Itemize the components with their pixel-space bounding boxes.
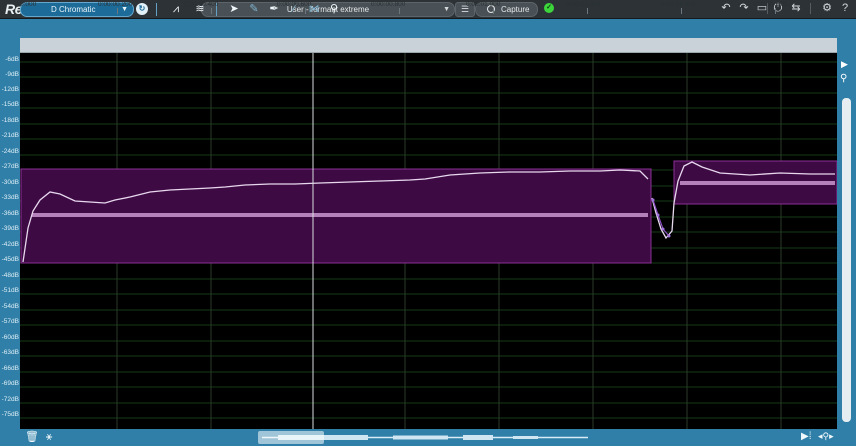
level-label: -33dB	[1, 194, 19, 201]
undo-icon[interactable]: ↶	[719, 1, 733, 15]
level-label: -30dB	[1, 179, 19, 186]
level-label: -21dB	[1, 132, 19, 139]
settings-icon[interactable]: ⚙	[820, 1, 834, 15]
pitch-anchor	[661, 227, 665, 231]
overview-viewport[interactable]	[258, 431, 324, 444]
level-label: -15dB	[1, 101, 19, 108]
ruler-label: 0:00:00.200	[98, 1, 133, 8]
ruler-tick	[117, 8, 118, 14]
chevron-down-icon: ▼	[443, 6, 450, 13]
level-label: -75dB	[1, 411, 19, 418]
ruler-label: 0:000	[20, 1, 37, 8]
level-label: -51dB	[1, 287, 19, 294]
level-label: -6dB	[5, 56, 19, 63]
scale-label: D Chromatic	[51, 5, 96, 14]
level-label: -57dB	[1, 318, 19, 325]
ruler-label: 0:00:01.200	[566, 1, 601, 8]
ruler-tick	[305, 8, 306, 14]
level-label: -24dB	[1, 148, 19, 155]
pitch-transition	[652, 199, 670, 237]
level-label: -9dB	[5, 71, 19, 78]
time-ruler[interactable]	[20, 38, 837, 53]
vertical-zoom-icon[interactable]: ⚲	[840, 73, 847, 84]
trash-icon[interactable]: 🗑	[25, 431, 39, 444]
pitch-editor-svg	[20, 53, 838, 429]
pitch-anchor	[667, 234, 671, 238]
ruler-tick	[587, 8, 588, 14]
zoom-icon[interactable]: ◂⚲▸	[818, 431, 834, 442]
level-label: -54dB	[1, 303, 19, 310]
ruler-label: 0:00:01.000	[466, 1, 501, 8]
scale-reset-icon[interactable]: ↻	[136, 3, 148, 15]
pitch-editor-canvas[interactable]	[20, 53, 838, 429]
split-icon[interactable]: ⚹	[43, 431, 55, 444]
bypass-icon[interactable]: ⇆	[789, 1, 803, 15]
ruler-tick	[399, 8, 400, 14]
ruler-label: 0:00:00.400	[184, 1, 219, 8]
level-label: -27dB	[1, 163, 19, 170]
waveform-view-icon[interactable]: ⩘	[168, 2, 184, 17]
help-icon[interactable]: ?	[838, 1, 852, 15]
level-label: -63dB	[1, 349, 19, 356]
ruler-label: 0:00:00.800	[371, 1, 406, 8]
level-label: -12dB	[1, 86, 19, 93]
level-label: -66dB	[1, 365, 19, 372]
level-label: -39dB	[1, 225, 19, 232]
vertical-play-icon[interactable]: ▶	[841, 59, 848, 70]
ruler-label: 0:00:00.600	[277, 1, 312, 8]
vertical-scrollbar[interactable]	[842, 98, 851, 422]
level-label: -60dB	[1, 334, 19, 341]
level-label: -36dB	[1, 210, 19, 217]
level-label: -45dB	[1, 256, 19, 263]
titlebar-divider	[810, 3, 811, 14]
pitch-anchor	[656, 213, 660, 217]
pointer-tool-icon[interactable]: ➤	[226, 2, 242, 17]
redo-icon[interactable]: ↷	[737, 1, 751, 15]
play-zoom-icon[interactable]: ▶⁞	[801, 431, 811, 442]
ruler-tick	[493, 8, 494, 14]
pitch-anchor	[651, 198, 655, 202]
ruler-label: 0:00:01.400	[661, 1, 696, 8]
level-label: -72dB	[1, 396, 19, 403]
ruler-label: 0:00:01.600	[753, 1, 788, 8]
pencil-tool-icon[interactable]: ✎	[246, 2, 262, 17]
zoom-tool-icon[interactable]: ⚲	[326, 2, 342, 17]
ruler-tick	[681, 8, 682, 14]
level-label: -48dB	[1, 272, 19, 279]
status-check-icon: ✓	[544, 3, 554, 13]
level-label: -42dB	[1, 241, 19, 248]
level-label: -18dB	[1, 117, 19, 124]
toolbar-divider	[156, 3, 157, 16]
ruler-tick	[211, 8, 212, 14]
ruler-tick	[775, 8, 776, 14]
toolbar	[0, 19, 856, 38]
level-label: -69dB	[1, 380, 19, 387]
capture-label: Capture	[501, 5, 530, 14]
